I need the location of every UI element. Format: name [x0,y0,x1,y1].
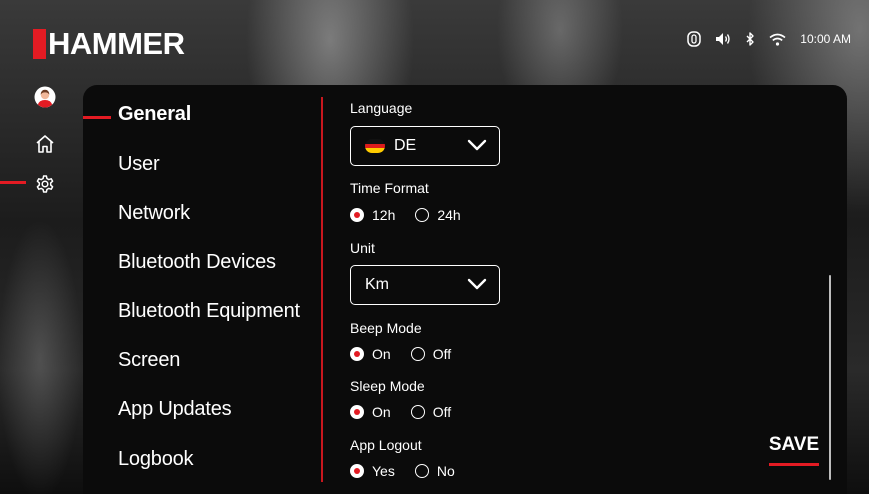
app-logout-label: App Logout [350,437,422,453]
radio-label: No [436,463,455,479]
language-label: Language [350,100,413,116]
menu-divider [321,97,323,482]
avatar-icon [34,86,56,108]
radio-button [414,464,429,478]
time-format-options: 12h 24h [350,207,481,223]
radio-label: Yes [372,463,395,479]
home-icon [36,135,54,153]
time-format-label: Time Format [350,180,429,196]
menu-item-bluetooth-devices[interactable]: Bluetooth Devices [118,251,276,274]
radio-24h[interactable]: 24h [415,207,461,223]
menu-item-logbook[interactable]: Logbook [118,448,194,471]
radio-label: Off [432,404,452,420]
sleep-mode-label: Sleep Mode [350,378,425,394]
hammer-logo: HAMMER [33,27,185,61]
logo-mark [33,29,46,59]
radio-button-selected [350,405,364,419]
app-logout-options: Yes No [350,463,475,479]
wifi-icon [769,33,786,46]
device-icon [687,31,702,47]
settings-menu: General User Network Bluetooth Devices B… [83,85,323,494]
menu-item-network[interactable]: Network [118,202,190,225]
clock: 10:00 AM [800,32,851,46]
radio-logout-yes[interactable]: Yes [350,463,395,479]
radio-button-selected [350,347,364,361]
radio-beep-off[interactable]: Off [410,346,452,362]
radio-logout-no[interactable]: No [414,463,455,479]
beep-mode-label: Beep Mode [350,320,422,336]
radio-button-selected [350,464,364,478]
home-button[interactable] [33,132,57,156]
radio-sleep-off[interactable]: Off [410,404,452,420]
unit-label: Unit [350,240,375,256]
menu-item-bluetooth-equipment[interactable]: Bluetooth Equipment [118,300,300,323]
radio-button [410,347,425,361]
bluetooth-icon [745,32,755,46]
logo-text: HAMMER [48,26,185,61]
menu-item-general[interactable]: General [118,103,191,126]
radio-12h[interactable]: 12h [350,207,395,223]
status-bar: 10:00 AM [687,31,851,47]
scrollbar[interactable] [829,275,831,480]
radio-button [415,208,430,222]
top-bar: HAMMER 10:00 AM [0,0,869,80]
settings-panel: General User Network Bluetooth Devices B… [83,85,847,494]
radio-sleep-on[interactable]: On [350,404,391,420]
side-rail [0,80,80,220]
gear-icon [36,175,54,193]
beep-mode-options: On Off [350,346,471,362]
settings-button[interactable] [33,172,57,196]
language-select[interactable]: DE [350,126,500,166]
menu-item-app-updates[interactable]: App Updates [118,398,232,421]
chevron-down-icon [467,139,487,151]
radio-label: On [372,346,391,362]
radio-button-selected [350,208,364,222]
germany-flag-icon [365,139,385,153]
profile-button[interactable] [33,85,57,109]
unit-value: Km [365,276,389,293]
sleep-mode-options: On Off [350,404,471,420]
menu-item-user[interactable]: User [118,153,160,176]
save-underline [769,463,819,466]
general-settings-form: Language DE Time Format 12h 24h Unit Km … [350,85,650,494]
unit-select[interactable]: Km [350,265,500,305]
radio-label: Off [432,346,452,362]
volume-icon [715,32,731,46]
radio-label: 24h [437,207,461,223]
language-value: DE [394,137,417,154]
radio-button [410,405,425,419]
radio-beep-on[interactable]: On [350,346,391,362]
rail-active-indicator [0,181,26,184]
menu-active-indicator [83,116,111,119]
radio-label: 12h [372,207,396,223]
chevron-down-icon [467,278,487,290]
radio-label: On [372,404,391,420]
menu-item-screen[interactable]: Screen [118,349,180,372]
save-button[interactable]: SAVE [768,434,820,456]
